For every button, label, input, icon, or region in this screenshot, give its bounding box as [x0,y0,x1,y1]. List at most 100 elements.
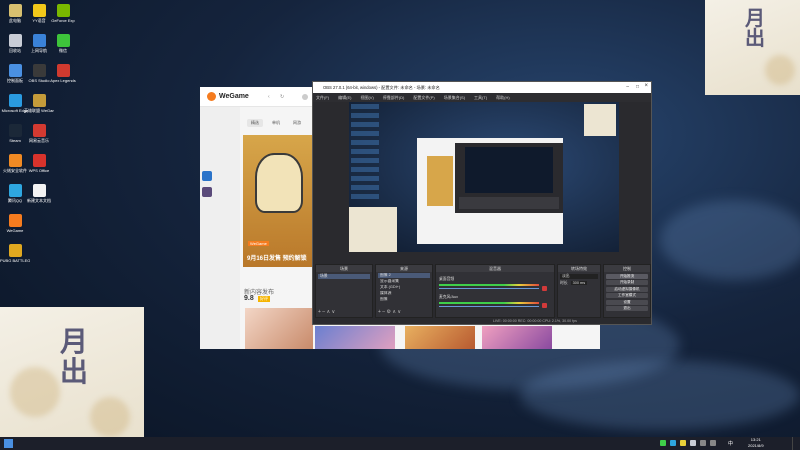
obs-window[interactable]: OBS 27.0.1 (64-bit, windows) - 配置文件: 未命名… [312,81,652,325]
rating-badge: 好评 [258,296,270,302]
obs-menu-item[interactable]: 场景集合(S) [444,95,465,100]
desktop-icon[interactable]: 网易云音乐 [24,124,54,154]
game-thumbnail[interactable] [245,308,313,349]
desktop-icon[interactable]: 新建文本文档 [24,184,54,214]
clock-date: 2021/8/9 [748,443,764,448]
pubg-icon [8,244,22,257]
controls-header: 控制 [604,265,650,272]
obs-menu-item[interactable]: 编辑(E) [338,95,351,100]
mute-icon[interactable] [542,286,547,291]
obs-menu-item[interactable]: 停靠部件(D) [383,95,405,100]
status-bar: LIVE: 00:00:00 REC: 00:00:00 CPU: 2.1%, … [493,319,577,323]
tab-featured[interactable]: 精选 [247,119,263,127]
huorong-icon [8,154,22,167]
game-thumbnail[interactable] [315,326,395,349]
start-icon[interactable] [4,439,13,448]
volume-slider[interactable] [439,306,539,307]
text-doc-icon [32,184,46,197]
obs-preview-canvas[interactable] [349,102,619,252]
mixer-track-label: 麦克风/Aux [439,295,458,299]
source-item[interactable]: 媒体源 [378,291,430,296]
scene-item[interactable]: 场景 [318,274,370,279]
close-icon[interactable]: × [644,83,648,89]
mute-icon[interactable] [542,303,547,308]
obs-menu-item[interactable]: 视图(V) [360,95,373,100]
transition-select[interactable]: 淡出 [560,274,598,279]
game-thumbnail[interactable] [482,326,552,349]
refresh-icon[interactable]: ↻ [280,94,284,100]
wegame-banner[interactable]: WeGame 9月16日发售 预约解锁 [243,135,313,267]
tray-qq-icon[interactable] [670,440,676,446]
desktop-icon[interactable]: 微信 [48,34,78,64]
recycle-bin-icon [8,34,22,47]
preview-calligraphy [584,104,616,136]
tray-wechat-icon[interactable] [660,440,666,446]
duration-input[interactable]: 300 ms [570,281,588,285]
tray-app-icon[interactable] [690,440,696,446]
wegame-logo-icon [207,92,216,101]
back-icon[interactable]: ‹ [268,94,270,100]
sidebar-game-icon[interactable] [202,171,212,181]
minimize-icon[interactable]: – [626,84,629,90]
source-item[interactable]: 图像 [378,297,430,302]
desktop-icon[interactable]: 英雄联盟 WeGame版 [24,94,54,124]
scenes-dock: 场景 场景 + – ∧ ∨ [315,264,373,318]
desktop-icon-label: 微信 [59,48,67,53]
duration-label: 时长 [560,281,568,285]
tab-single[interactable]: 单机 [268,119,284,127]
wallpaper-calligraphy-bottom-left: 月出 [0,307,144,450]
preview-nested-window [417,138,563,244]
edge-icon [8,94,22,107]
maximize-icon[interactable]: □ [636,84,639,90]
wechat-icon [56,34,70,47]
preview-nested-docks [459,197,559,209]
desktop-icon-label: PUBG BATTLEGR [0,258,30,263]
control-button[interactable]: 启动虚拟摄像机 [606,286,648,292]
desktop-icon[interactable]: GeForce Exp [48,4,78,34]
obs-menu-item[interactable]: 工具(T) [474,95,487,100]
source-item[interactable]: 文本 (GDI+) [378,285,430,290]
user-avatar[interactable] [302,94,308,100]
wegame-icon [8,214,22,227]
control-buttons: 开始推流 开始录制 启动虚拟摄像机 工作室模式 设置 退出 [604,273,650,311]
source-item[interactable]: 图像 2 [378,273,430,278]
tray-app-icon[interactable] [680,440,686,446]
tab-online[interactable]: 网游 [289,119,305,127]
yy-icon [32,4,46,17]
show-desktop-button[interactable] [792,437,800,450]
wegame-logo: WeGame [219,93,249,100]
source-item[interactable]: 显示器采集 [378,279,430,284]
sources-header: 来源 [376,265,432,272]
desktop-icon[interactable]: Apex Legends [48,64,78,94]
control-button[interactable]: 开始录制 [606,280,648,285]
obs-menu-item[interactable]: 帮助(H) [496,95,510,100]
wegame-sidebar [200,107,240,349]
add-source-button[interactable]: + – ⚙ ∧ ∨ [378,309,401,315]
game-thumbnail[interactable] [405,326,475,349]
desktop-icon[interactable]: PUBG BATTLEGR [0,244,30,274]
obs-menu-item[interactable]: 配置文件(P) [413,95,434,100]
steam-icon [8,124,22,137]
banner-badge: WeGame [248,241,269,246]
obs-menu-item[interactable]: 文件(F) [316,95,329,100]
control-button[interactable]: 工作室模式 [606,293,648,298]
clock[interactable]: 13:21 2021/8/9 [748,437,764,449]
sidebar-game-icon[interactable] [202,187,212,197]
volume-slider[interactable] [439,288,539,289]
lol-icon [32,94,46,107]
network-icon[interactable] [700,440,706,446]
preview-nested-obs [455,143,563,213]
volume-icon[interactable] [710,440,716,446]
control-button[interactable]: 开始推流 [606,273,648,279]
add-scene-button[interactable]: + – ∧ ∨ [318,309,335,315]
control-button[interactable]: 设置 [606,299,648,305]
control-panel-icon [8,64,22,77]
preview-desktop-icons [351,104,379,199]
desktop-icon[interactable]: WeGame [0,214,30,244]
ime-indicator[interactable]: 中 [728,440,733,447]
desktop-icon-label: GeForce Exp [51,18,75,23]
control-button[interactable]: 退出 [606,306,648,311]
mixer-track-label: 桌面音频 [439,277,455,281]
rating-value: 9.8 [244,295,254,302]
desktop-icon[interactable]: WPS Office [24,154,54,184]
